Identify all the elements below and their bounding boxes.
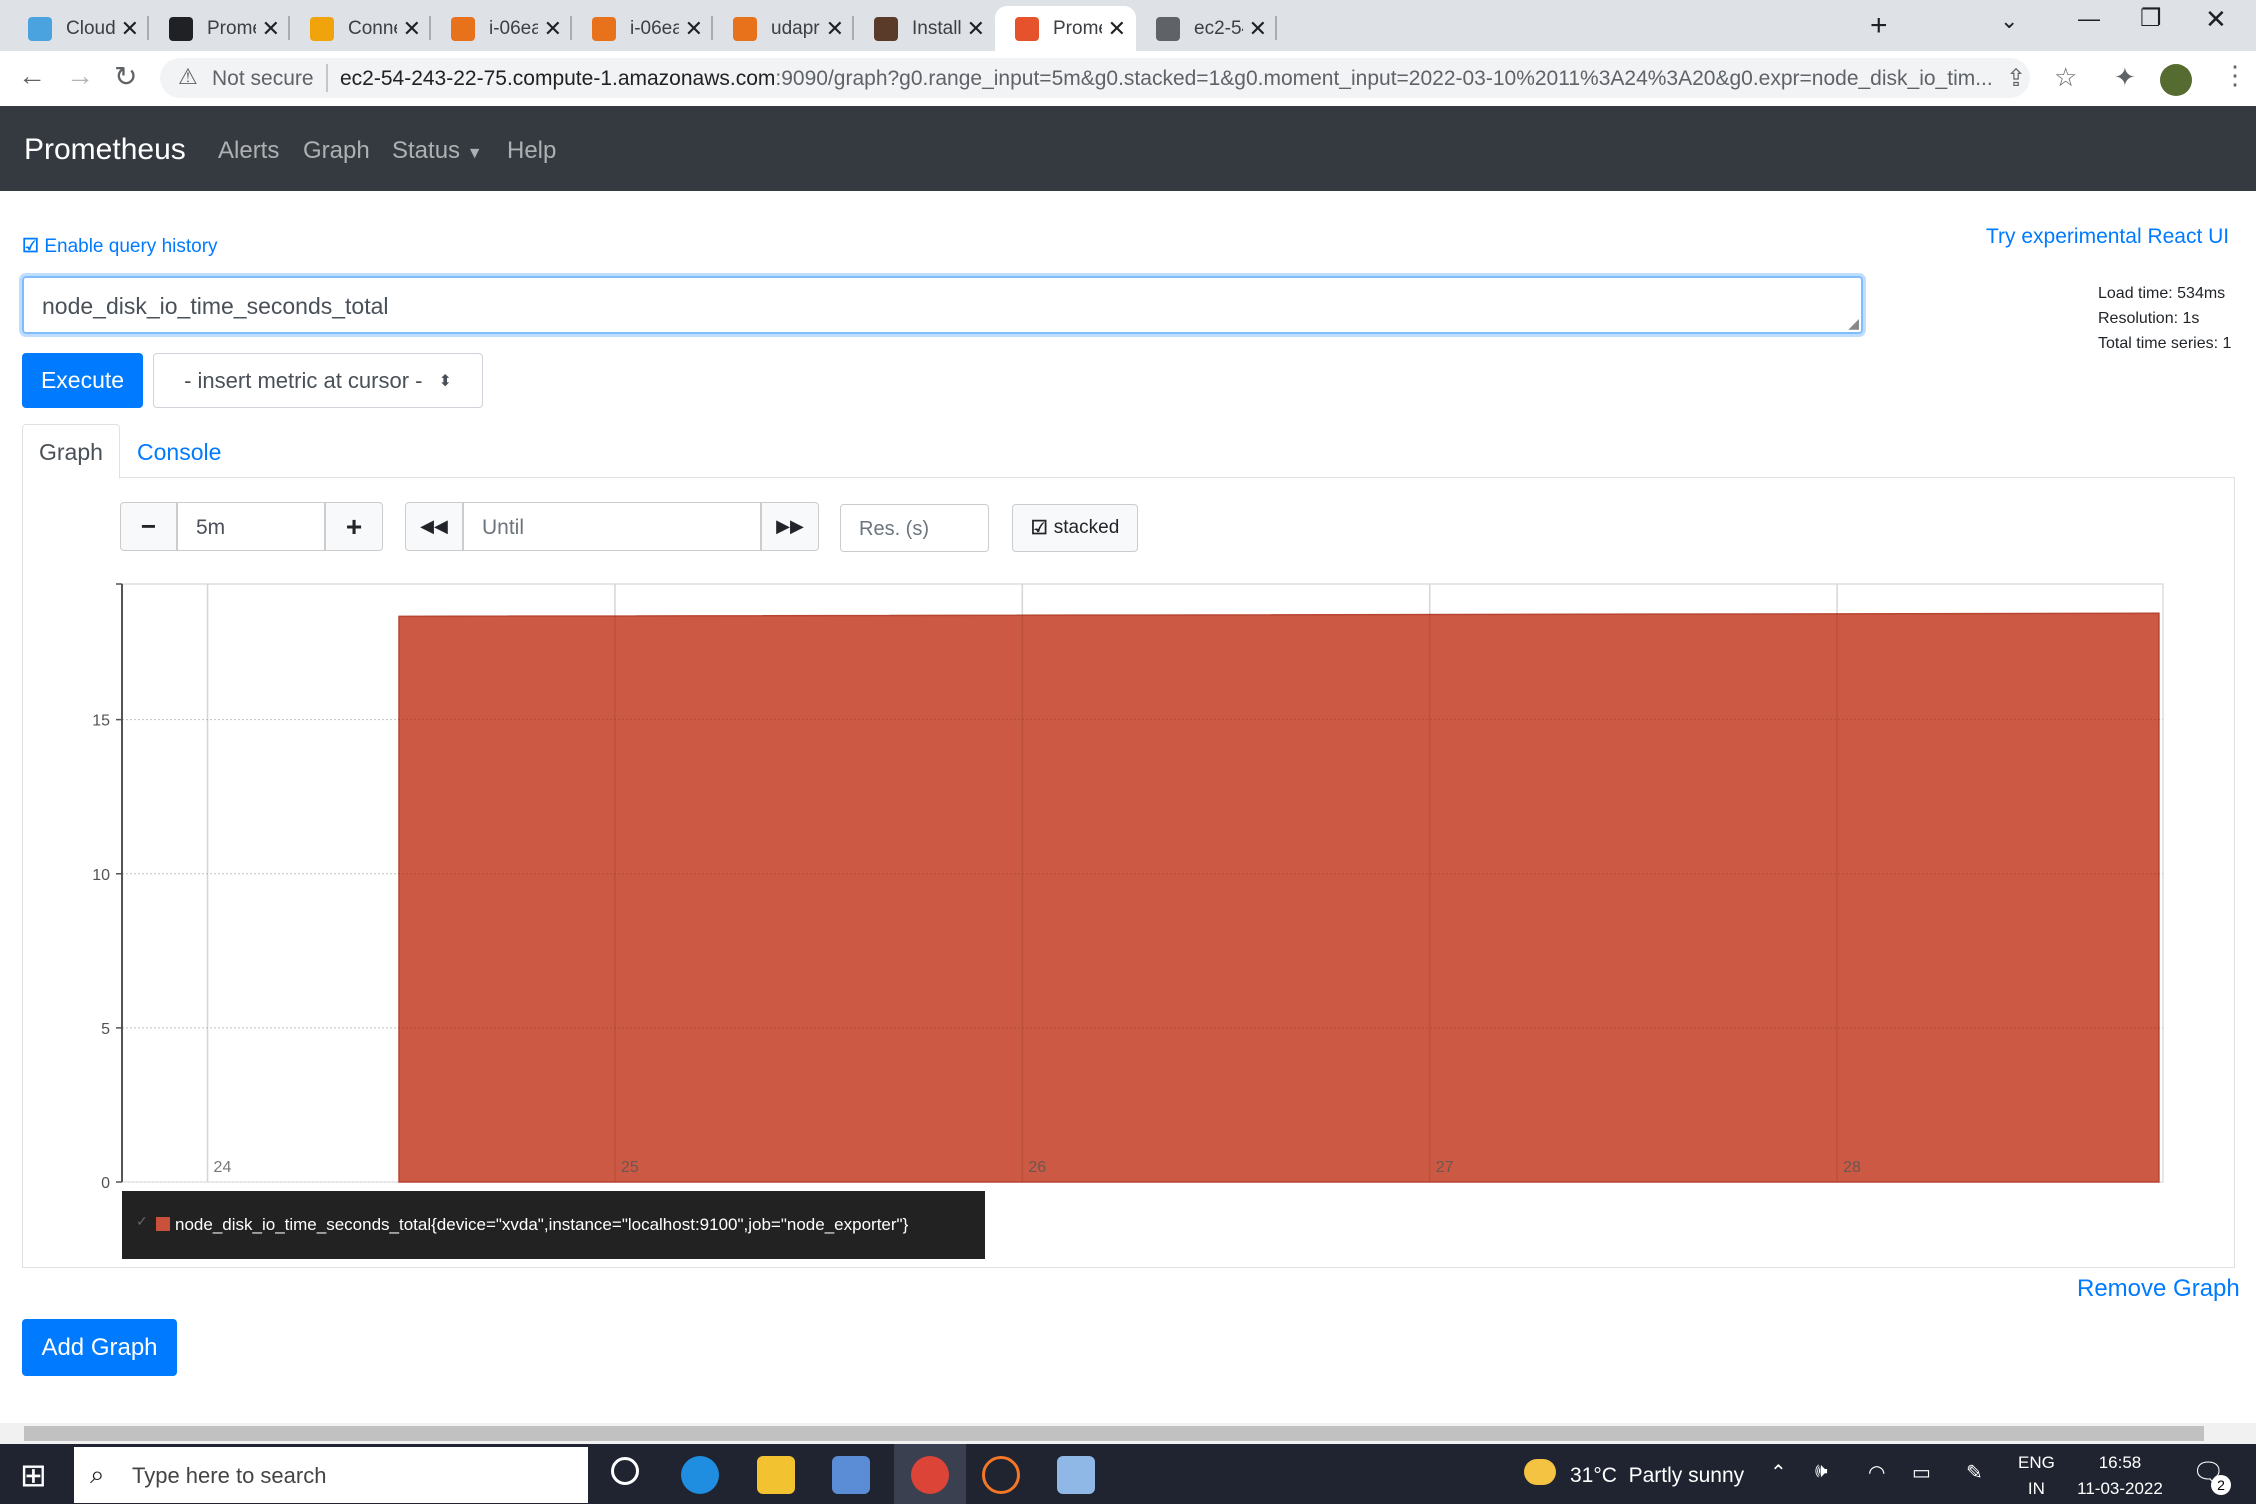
add-graph-button[interactable]: Add Graph	[22, 1319, 177, 1376]
y-tick-label: 10	[92, 867, 110, 884]
x-tick-label: 28	[1843, 1159, 1861, 1176]
edge-icon[interactable]	[681, 1456, 719, 1494]
notification-badge: 2	[2211, 1475, 2231, 1495]
x-tick-label: 25	[621, 1159, 639, 1176]
notes-icon[interactable]	[1057, 1456, 1095, 1494]
language: ENG	[2018, 1453, 2055, 1472]
pen-icon[interactable]: ✎	[1966, 1460, 1983, 1485]
region: IN	[2027, 1479, 2045, 1498]
chrome-icon[interactable]	[911, 1456, 949, 1494]
weather-text[interactable]: 31°C Partly sunny	[1570, 1464, 1744, 1488]
x-tick-label: 26	[1028, 1159, 1046, 1176]
volume-icon[interactable]: 🕪	[1815, 1460, 1828, 1483]
scrollbar-thumb[interactable]	[24, 1426, 2204, 1441]
cortana-icon[interactable]	[611, 1457, 639, 1485]
y-tick-label: 0	[101, 1175, 110, 1192]
clock-date: 11-03-2022	[2077, 1479, 2163, 1498]
windows-start-icon[interactable]: ⊞	[20, 1456, 47, 1494]
y-tick-label: 5	[101, 1021, 110, 1038]
paint-icon[interactable]	[832, 1456, 870, 1494]
language-indicator[interactable]: ENG IN	[2018, 1450, 2055, 1502]
x-tick-label: 24	[214, 1159, 232, 1176]
legend-check-icon: ✓	[136, 1213, 148, 1229]
battery-icon[interactable]: ▭	[1912, 1460, 1931, 1485]
search-icon: ⌕	[90, 1459, 105, 1489]
legend-swatch	[156, 1217, 170, 1231]
taskbar-search-placeholder: Type here to search	[132, 1463, 327, 1488]
tray-chevron-icon[interactable]: ⌃	[1770, 1460, 1787, 1485]
remove-graph-link[interactable]: Remove Graph	[2077, 1275, 2240, 1303]
tab-graph-label: Graph	[39, 439, 103, 465]
jupyter-icon[interactable]	[982, 1456, 1020, 1494]
series-area	[398, 612, 2160, 1183]
clock[interactable]: 16:58 11-03-2022	[2072, 1450, 2168, 1502]
y-tick-label: 15	[92, 713, 110, 730]
weather-icon[interactable]	[1524, 1459, 1556, 1485]
clock-time: 16:58	[2098, 1453, 2142, 1472]
horizontal-scrollbar[interactable]	[0, 1423, 2256, 1444]
taskbar-search[interactable]: ⌕ Type here to search	[74, 1447, 588, 1503]
legend-series-label[interactable]: node_disk_io_time_seconds_total{device="…	[175, 1215, 908, 1235]
file-explorer-icon[interactable]	[757, 1456, 795, 1494]
x-tick-label: 27	[1436, 1159, 1454, 1176]
tab-graph[interactable]: Graph	[22, 424, 120, 479]
wifi-icon[interactable]: ◠	[1868, 1460, 1885, 1485]
legend-box: ✓ node_disk_io_time_seconds_total{device…	[122, 1191, 985, 1259]
graph-chart: 0 5 10 15 24 25 26 27 28	[92, 583, 2164, 1192]
